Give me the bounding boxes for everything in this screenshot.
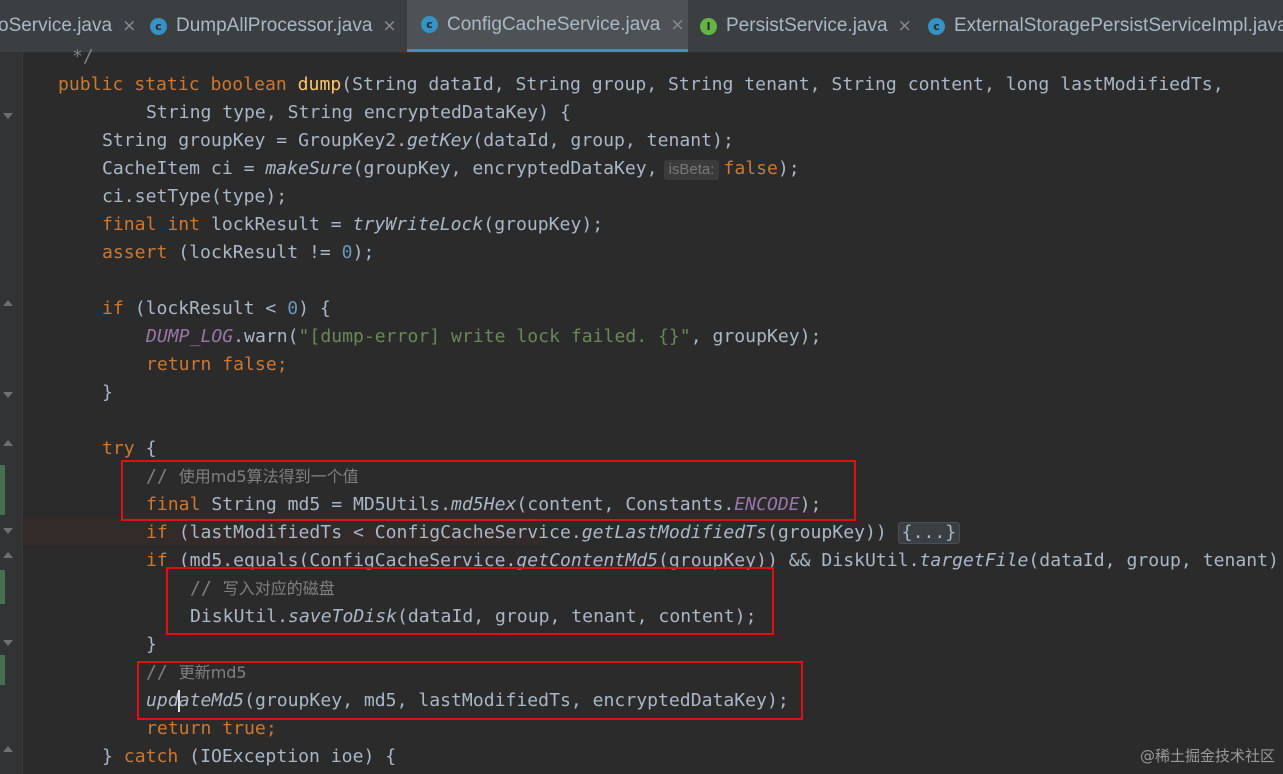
code-line: return false; <box>146 354 288 375</box>
code-line: assert (lockResult != 0); <box>102 242 375 263</box>
class-icon: c <box>421 16 438 33</box>
close-icon[interactable]: × <box>670 15 684 35</box>
code-line: if (lastModifiedTs < ConfigCacheService.… <box>146 519 961 547</box>
tab-label: PersistService.java <box>726 15 888 36</box>
close-icon[interactable]: × <box>898 16 912 36</box>
fold-icon[interactable] <box>3 528 13 534</box>
code-line: } <box>102 382 113 403</box>
tab-externalstoragepersistserviceimpl[interactable]: c ExternalStoragePersistServiceImpl.java <box>928 0 1283 52</box>
code-line: if (lockResult < 0) { <box>102 298 331 319</box>
vcs-change-marker[interactable] <box>0 570 5 604</box>
code-line: String groupKey = GroupKey2.getKey(dataI… <box>102 130 734 151</box>
folded-code-block[interactable]: {...} <box>897 522 961 544</box>
tab-label: oService.java <box>0 15 113 36</box>
vcs-change-marker[interactable] <box>0 465 5 515</box>
fold-icon[interactable] <box>3 746 13 752</box>
code-line: DUMP_LOG.warn("[dump-error] write lock f… <box>146 326 822 347</box>
code-line: public static boolean dump(String dataId… <box>58 74 1224 95</box>
fold-icon[interactable] <box>3 640 13 646</box>
editor-tab-bar: oService.java × c DumpAllProcessor.java … <box>0 0 1283 53</box>
parameter-hint: isBeta: <box>663 160 720 180</box>
code-line: } <box>146 634 157 655</box>
class-icon: c <box>928 17 945 35</box>
close-icon[interactable]: × <box>382 16 396 36</box>
fold-icon[interactable] <box>3 552 13 558</box>
fold-icon[interactable] <box>3 392 13 398</box>
code-line: CacheItem ci = makeSure(groupKey, encryp… <box>102 158 800 180</box>
vcs-change-marker[interactable] <box>0 655 5 685</box>
highlight-box-update-md5 <box>137 661 803 720</box>
highlight-box-md5 <box>121 460 856 521</box>
tab-label: ConfigCacheService.java <box>447 13 661 35</box>
class-icon: c <box>150 17 167 35</box>
interface-icon: I <box>700 17 717 35</box>
code-line: final int lockResult = tryWriteLock(grou… <box>102 214 604 235</box>
code-line: try { <box>102 438 157 459</box>
code-line: */ <box>72 46 94 67</box>
tab-oservice[interactable]: oService.java × <box>0 0 136 52</box>
watermark: @稀土掘金技术社区 <box>1139 747 1275 765</box>
code-line: } catch (IOException ioe) { <box>102 746 397 767</box>
fold-icon[interactable] <box>3 300 13 306</box>
highlight-box-save-to-disk <box>166 567 774 635</box>
tab-label: ExternalStoragePersistServiceImpl.java <box>954 15 1283 36</box>
fold-icon[interactable] <box>3 113 13 119</box>
tab-configcacheservice[interactable]: c ConfigCacheService.java × <box>407 0 688 52</box>
tab-dumpallprocessor[interactable]: c DumpAllProcessor.java × <box>150 0 405 52</box>
code-line: String type, String encryptedDataKey) { <box>146 102 571 123</box>
tab-persistservice[interactable]: I PersistService.java × <box>700 0 915 52</box>
tab-label: DumpAllProcessor.java <box>176 15 373 36</box>
close-icon[interactable]: × <box>122 16 136 36</box>
fold-icon[interactable] <box>3 440 13 446</box>
code-line: ci.setType(type); <box>102 186 288 207</box>
gutter-divider <box>22 53 23 774</box>
